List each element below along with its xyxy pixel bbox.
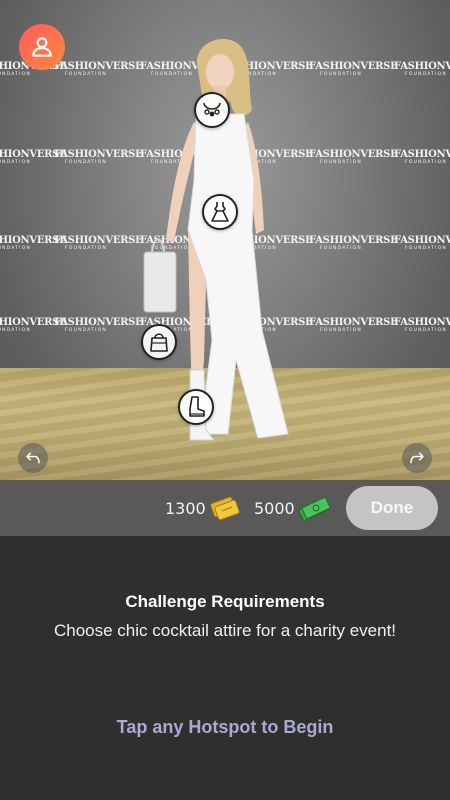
logo-word: FASHIONVERSE bbox=[394, 61, 450, 72]
challenge-panel: Challenge Requirements Choose chic cockt… bbox=[0, 536, 450, 800]
cash-count: 5000 bbox=[254, 498, 295, 518]
cash-icon bbox=[298, 497, 331, 521]
undo-button[interactable] bbox=[18, 443, 48, 473]
profile-button[interactable] bbox=[19, 24, 65, 70]
avatar-model bbox=[143, 39, 289, 441]
logo-subtitle: FOUNDATION bbox=[65, 328, 107, 333]
redo-arrow-icon bbox=[410, 452, 424, 464]
ticket-balance: 1300 bbox=[165, 480, 240, 536]
hotspot-instruction[interactable]: Tap any Hotspot to Begin bbox=[0, 717, 450, 738]
logo-word: FASHIONVERSE bbox=[0, 149, 67, 160]
sponsor-logo: FASHIONVERSEFOUNDATION bbox=[54, 235, 143, 252]
redo-button[interactable] bbox=[402, 443, 432, 473]
logo-subtitle: FOUNDATION bbox=[320, 328, 362, 333]
logo-subtitle: FOUNDATION bbox=[320, 160, 362, 165]
sponsor-logo: FASHIONVERSEFOUNDATION bbox=[309, 149, 398, 166]
logo-word: FASHIONVERSE bbox=[394, 317, 450, 328]
logo-word: FASHIONVERSE bbox=[54, 61, 143, 72]
logo-word: FASHIONVERSE bbox=[394, 149, 450, 160]
dressing-stage: FASHIONVERSEFOUNDATIONFASHIONVERSEFOUNDA… bbox=[0, 0, 450, 480]
logo-word: FASHIONVERSE bbox=[309, 61, 398, 72]
logo-subtitle: FOUNDATION bbox=[65, 160, 107, 165]
ticket-icon bbox=[210, 496, 240, 521]
sponsor-logo: FASHIONVERSEFOUNDATION bbox=[394, 318, 450, 334]
challenge-description: Choose chic cocktail attire for a charit… bbox=[53, 621, 397, 640]
dress-icon bbox=[211, 202, 229, 222]
handbag-hotspot[interactable] bbox=[141, 324, 177, 360]
sponsor-logo: FASHIONVERSEFOUNDATION bbox=[0, 317, 67, 334]
logo-subtitle: FOUNDATION bbox=[0, 72, 31, 77]
logo-word: FASHIONVERSE bbox=[54, 149, 143, 160]
cash-balance: 5000 bbox=[254, 480, 331, 536]
sponsor-logo: FASHIONVERSEFOUNDATION bbox=[394, 62, 450, 78]
challenge-title: Challenge Requirements bbox=[125, 592, 325, 611]
handbag-icon bbox=[150, 333, 168, 352]
logo-word: FASHIONVERSE bbox=[309, 149, 398, 160]
logo-subtitle: FOUNDATION bbox=[0, 328, 31, 333]
sponsor-logo: FASHIONVERSEFOUNDATION bbox=[54, 317, 143, 334]
logo-subtitle: FOUNDATION bbox=[405, 246, 447, 251]
logo-subtitle: FOUNDATION bbox=[405, 328, 447, 333]
sponsor-logo: FASHIONVERSEFOUNDATION bbox=[54, 149, 143, 166]
logo-subtitle: FOUNDATION bbox=[65, 246, 107, 251]
sponsor-logo: FASHIONVERSEFOUNDATION bbox=[0, 235, 67, 252]
sponsor-logo: FASHIONVERSEFOUNDATION bbox=[394, 150, 450, 166]
logo-word: FASHIONVERSE bbox=[54, 317, 143, 328]
ticket-count: 1300 bbox=[165, 498, 206, 518]
logo-subtitle: FOUNDATION bbox=[65, 72, 107, 77]
sponsor-logo: FASHIONVERSEFOUNDATION bbox=[309, 317, 398, 334]
sponsor-logo: FASHIONVERSEFOUNDATION bbox=[309, 61, 398, 78]
logo-subtitle: FOUNDATION bbox=[320, 246, 362, 251]
boot-icon bbox=[189, 396, 205, 417]
logo-word: FASHIONVERSE bbox=[394, 235, 450, 246]
logo-word: FASHIONVERSE bbox=[0, 317, 67, 328]
boots-hotspot[interactable] bbox=[178, 389, 214, 425]
necklace-hotspot[interactable] bbox=[194, 92, 230, 128]
done-button[interactable]: Done bbox=[346, 486, 438, 530]
undo-arrow-icon bbox=[26, 452, 40, 464]
logo-subtitle: FOUNDATION bbox=[0, 160, 31, 165]
logo-subtitle: FOUNDATION bbox=[405, 160, 447, 165]
logo-subtitle: FOUNDATION bbox=[0, 246, 31, 251]
dress-hotspot[interactable] bbox=[202, 194, 238, 230]
logo-word: FASHIONVERSE bbox=[309, 317, 398, 328]
user-icon bbox=[32, 37, 52, 57]
logo-word: FASHIONVERSE bbox=[309, 235, 398, 246]
sponsor-logo: FASHIONVERSEFOUNDATION bbox=[0, 149, 67, 166]
sponsor-logo: FASHIONVERSEFOUNDATION bbox=[309, 235, 398, 252]
sponsor-logo: FASHIONVERSEFOUNDATION bbox=[54, 61, 143, 78]
logo-subtitle: FOUNDATION bbox=[320, 72, 362, 77]
logo-subtitle: FOUNDATION bbox=[405, 72, 447, 77]
sponsor-logo: FASHIONVERSEFOUNDATION bbox=[394, 236, 450, 252]
necklace-icon bbox=[203, 102, 221, 117]
logo-word: FASHIONVERSE bbox=[0, 235, 67, 246]
logo-word: FASHIONVERSE bbox=[54, 235, 143, 246]
